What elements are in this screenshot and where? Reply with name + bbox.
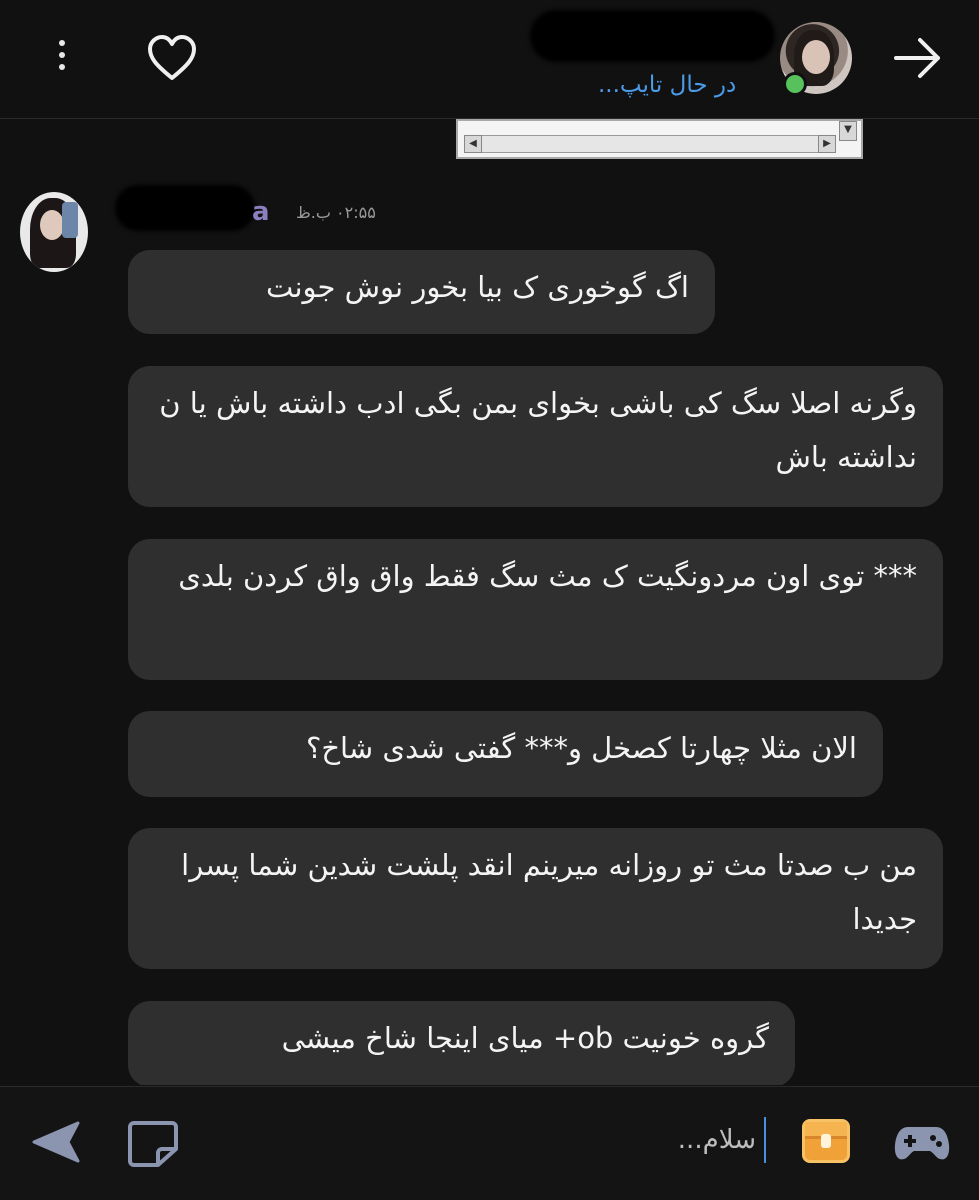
sticker-icon[interactable] (124, 1117, 182, 1169)
heart-icon[interactable] (146, 34, 198, 82)
chat-header: در حال تایپ... (0, 0, 979, 119)
message-timestamp: ۰۲:۵۵ ب.ظ (296, 203, 376, 222)
message-bubble[interactable]: الان مثلا چهارتا کصخل و*** گفتی شدی شاخ؟ (128, 711, 883, 797)
send-icon[interactable] (28, 1117, 84, 1167)
typing-status: در حال تایپ... (598, 72, 737, 98)
gift-icon[interactable] (802, 1119, 850, 1163)
sender-name: a (252, 197, 270, 227)
message-bubble[interactable]: اگ گوخوری ک بیا بخور نوش جونت (128, 250, 715, 334)
message-input[interactable] (560, 1117, 766, 1163)
message-bubble[interactable]: من ب صدتا مث تو روزانه میرینم انقد پلشت … (128, 828, 943, 969)
back-arrow-icon[interactable] (888, 30, 948, 86)
online-indicator (783, 72, 807, 96)
gamepad-icon[interactable] (892, 1117, 952, 1167)
horizontal-scrollbar (464, 135, 836, 153)
message-list[interactable]: ◀ ▶ ▼ a ۰۲:۵۵ ب.ظ اگ گوخوری ک بیا بخور ن… (0, 119, 979, 1085)
scroll-left-icon: ◀ (464, 135, 482, 153)
chat-screen: در حال تایپ... ◀ ▶ ▼ a ۰۲:۵۵ ب.ظ اگ گوخو… (0, 0, 979, 1200)
message-bubble[interactable]: *** توی اون مردونگیت ک مث سگ فقط واق واق… (128, 539, 943, 680)
redacted-contact-name (530, 10, 775, 62)
message-bubble[interactable]: وگرنه اصلا سگ کی باشی بخوای بمن بگی ادب … (128, 366, 943, 507)
message-composer (0, 1086, 979, 1200)
scroll-right-icon: ▶ (818, 135, 836, 153)
redacted-sender-name (115, 185, 255, 231)
embedded-window-fragment: ◀ ▶ ▼ (456, 119, 863, 159)
scroll-down-icon: ▼ (839, 121, 857, 141)
menu-dots-icon[interactable] (44, 36, 80, 80)
sender-avatar[interactable] (20, 192, 88, 272)
message-bubble[interactable]: گروه خونیت ob+ میای اینجا شاخ میشی (128, 1001, 795, 1085)
